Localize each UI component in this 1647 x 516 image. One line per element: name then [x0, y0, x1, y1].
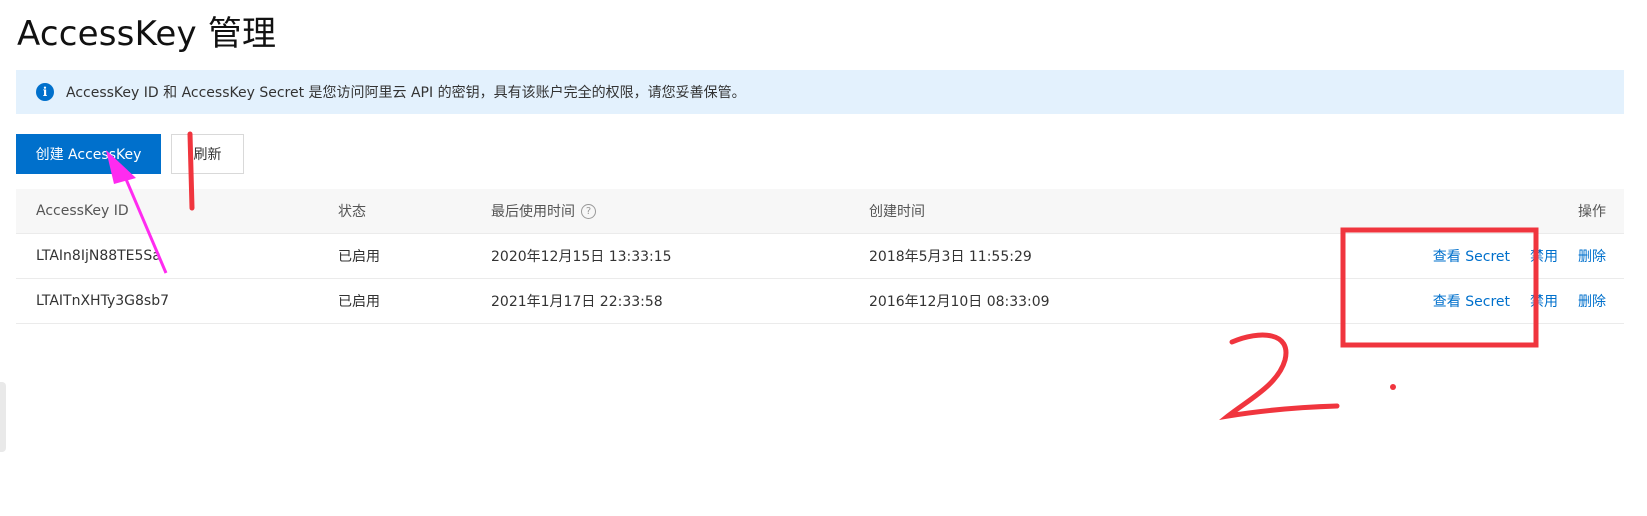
row-actions: 查看 Secret 禁用 删除	[1413, 279, 1606, 323]
annotation-mark-2	[1219, 332, 1340, 420]
delete-link[interactable]: 删除	[1578, 246, 1606, 266]
table-row: LTAIn8IjN88TE5Sa 已启用 2020年12月15日 13:33:1…	[16, 234, 1624, 279]
header-actions: 操作	[1578, 204, 1606, 220]
last-used-time: 2021年1月17日 22:33:58	[491, 294, 663, 310]
info-notice: i AccessKey ID 和 AccessKey Secret 是您访问阿里…	[16, 70, 1624, 114]
accesskey-table: AccessKey ID 状态 最后使用时间 ? 创建时间 操作 LTAIn8I…	[16, 189, 1624, 324]
header-status: 状态	[338, 204, 366, 220]
header-last-used: 最后使用时间 ?	[491, 189, 596, 233]
view-secret-link[interactable]: 查看 Secret	[1433, 291, 1510, 311]
header-last-used-label: 最后使用时间	[491, 204, 575, 220]
notice-text: AccessKey ID 和 AccessKey Secret 是您访问阿里云 …	[66, 85, 746, 101]
header-created: 创建时间	[869, 204, 925, 220]
last-used-time: 2020年12月15日 13:33:15	[491, 249, 672, 265]
create-accesskey-button[interactable]: 创建 AccessKey	[16, 134, 161, 174]
info-icon: i	[36, 83, 54, 101]
created-time: 2018年5月3日 11:55:29	[869, 249, 1032, 265]
refresh-button[interactable]: 刷新	[171, 134, 244, 174]
delete-link[interactable]: 删除	[1578, 291, 1606, 311]
created-time: 2016年12月10日 08:33:09	[869, 294, 1050, 310]
view-secret-link[interactable]: 查看 Secret	[1433, 246, 1510, 266]
side-collapse-tab[interactable]	[0, 382, 6, 452]
disable-link[interactable]: 禁用	[1530, 291, 1558, 311]
status-text: 已启用	[338, 294, 380, 310]
help-icon[interactable]: ?	[581, 203, 596, 219]
status-text: 已启用	[338, 249, 380, 265]
disable-link[interactable]: 禁用	[1530, 246, 1558, 266]
accesskey-id: LTAITnXHTy3G8sb7	[36, 293, 169, 309]
annotation-dot	[1390, 384, 1396, 390]
row-actions: 查看 Secret 禁用 删除	[1413, 234, 1606, 278]
table-header: AccessKey ID 状态 最后使用时间 ? 创建时间 操作	[16, 189, 1624, 234]
table-row: LTAITnXHTy3G8sb7 已启用 2021年1月17日 22:33:58…	[16, 279, 1624, 324]
page-title: AccessKey 管理	[17, 14, 277, 54]
accesskey-id: LTAIn8IjN88TE5Sa	[36, 248, 161, 264]
header-accesskey-id: AccessKey ID	[36, 203, 129, 219]
